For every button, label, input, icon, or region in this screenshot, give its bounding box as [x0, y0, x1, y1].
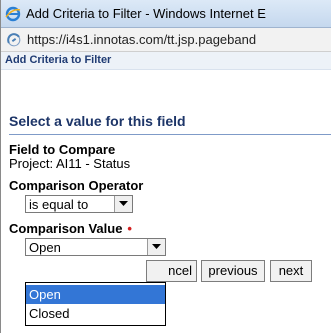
comparison-value-options[interactable]: Open Closed [25, 282, 166, 326]
dropdown-button[interactable] [147, 239, 165, 255]
comparison-operator-selected: is equal to [29, 197, 89, 212]
section-heading: Select a value for this field [9, 113, 186, 129]
comparison-value-label: Comparison Value • [9, 221, 132, 236]
comparison-value-label-text: Comparison Value [9, 221, 123, 236]
comparison-value-select[interactable]: Open [25, 238, 166, 256]
comparison-value-selected: Open [29, 240, 61, 255]
dropdown-button[interactable] [114, 196, 132, 212]
cancel-button[interactable]: ncel [146, 260, 197, 282]
required-marker: • [127, 221, 132, 236]
title-bar: Add Criteria to Filter - Windows Interne… [1, 0, 331, 28]
dialog-title: Add Criteria to Filter [5, 54, 112, 66]
field-to-compare-value: Project: AI11 - Status [9, 156, 131, 171]
chevron-down-icon [119, 201, 128, 206]
section-divider [9, 134, 331, 135]
comparison-operator-select[interactable]: is equal to [25, 195, 133, 213]
comparison-operator-label: Comparison Operator [9, 178, 144, 193]
address-bar[interactable]: https://i4s1.innotas.com/tt.jsp.pageband [1, 28, 331, 52]
chevron-down-icon [152, 244, 161, 249]
option-closed[interactable]: Closed [26, 304, 165, 323]
previous-button[interactable]: previous [201, 260, 265, 282]
internet-explorer-icon [5, 6, 21, 22]
next-button[interactable]: next [270, 260, 312, 282]
page-loading-icon [7, 33, 21, 47]
window-title: Add Criteria to Filter - Windows Interne… [26, 6, 266, 21]
url-text[interactable]: https://i4s1.innotas.com/tt.jsp.pageband [27, 32, 256, 47]
browser-window: Add Criteria to Filter - Windows Interne… [0, 0, 331, 333]
option-open[interactable]: Open [26, 285, 165, 304]
dialog-header: Add Criteria to Filter [1, 52, 331, 70]
field-to-compare-label: Field to Compare [9, 142, 116, 157]
